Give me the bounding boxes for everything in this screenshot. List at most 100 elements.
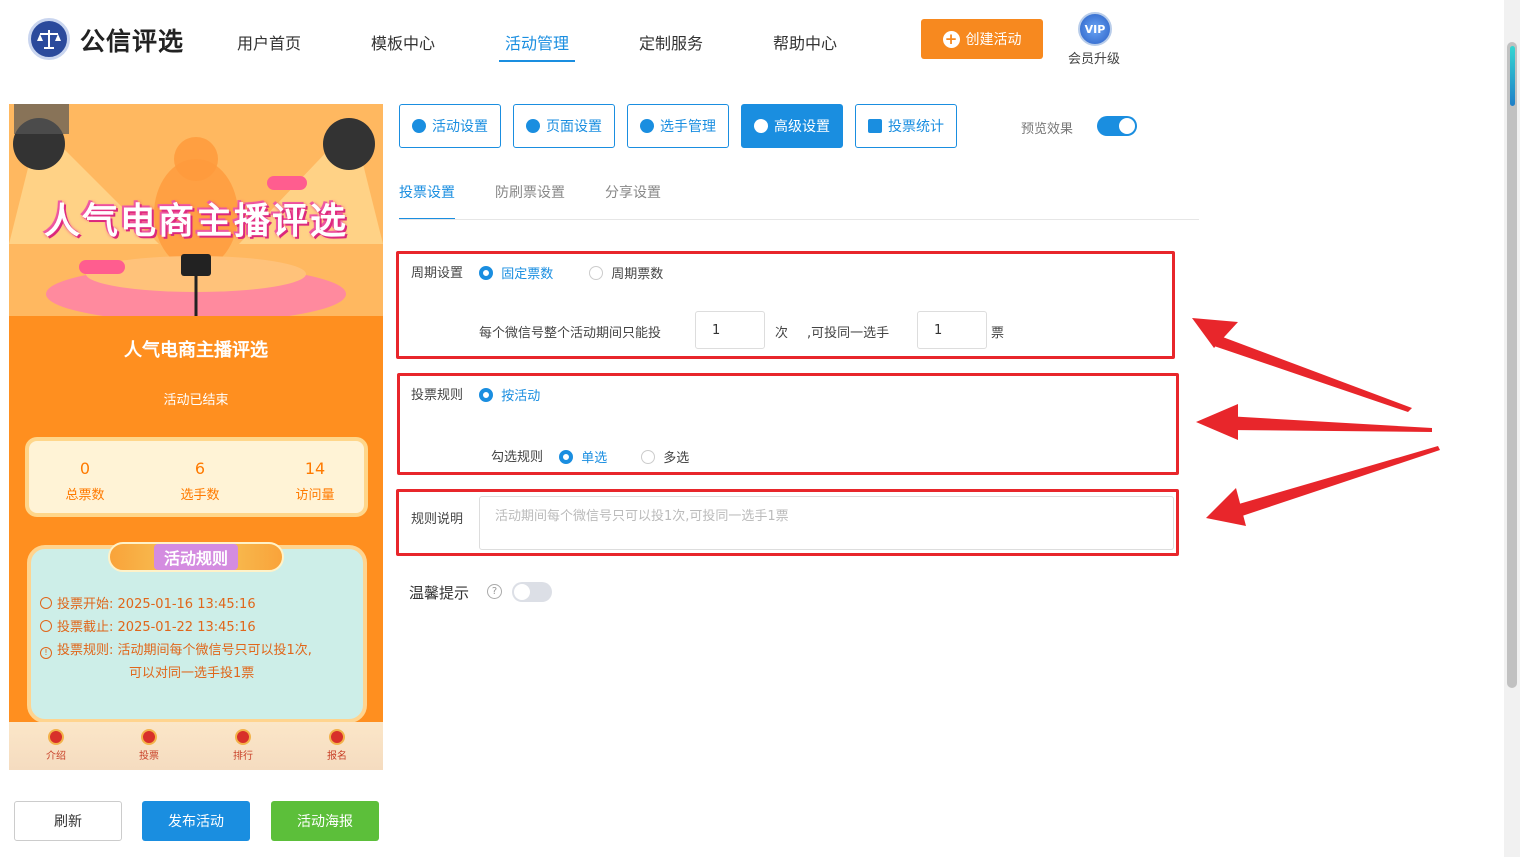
arrow-3-head [1206, 488, 1246, 526]
scales-icon [37, 30, 61, 49]
rule-value: 可以对同一选手投1票 [129, 666, 255, 681]
refresh-button[interactable]: 刷新 [14, 801, 122, 841]
preview-title: 人气电商主播评选 [124, 340, 268, 361]
nav-activity-management[interactable]: 活动管理 [499, 30, 576, 62]
tab-label: 投票统计 [888, 119, 944, 135]
tip-label: 温馨提示 [409, 584, 470, 602]
votes-per-player-input[interactable]: 1 [917, 311, 987, 349]
vote-rule-label: 投票规则 [411, 388, 464, 403]
radio-label: 周期票数 [611, 267, 664, 282]
rules-heading-label: 活动规则 [153, 544, 238, 570]
tab-page-settings[interactable]: 页面设置 [513, 104, 615, 148]
unit-votes: 票 [991, 326, 1005, 341]
subtab-vote-settings[interactable]: 投票设置 [399, 182, 455, 220]
rule-value: 活动期间每个微信号只可以投1次, [117, 643, 312, 658]
unit-times: 次 [775, 326, 789, 341]
publish-button[interactable]: 发布活动 [142, 801, 250, 841]
check-rule-label: 勾选规则 [491, 450, 544, 465]
info-icon: ! [40, 647, 52, 659]
rule-vote: ! 投票规则: 活动期间每个微信号只可以投1次, [40, 639, 312, 659]
tab-activity-settings[interactable]: 活动设置 [399, 104, 501, 148]
cycle-sentence-mid: ,可投同一选手 [807, 326, 890, 341]
annotation-arrows [1192, 318, 1440, 526]
stat-label: 访问量 [295, 488, 335, 503]
scrollbar-accent [1510, 46, 1515, 106]
clock-icon [40, 620, 52, 632]
radio-single-choice[interactable]: 单选 [559, 447, 607, 466]
stat-players: 6 选手数 [145, 459, 255, 503]
rule-desc-label: 规则说明 [411, 512, 464, 527]
rule-end: 投票截止: 2025-01-22 13:45:16 [40, 616, 256, 635]
radio-label: 多选 [663, 451, 690, 466]
rule-value: 2025-01-22 13:45:16 [117, 620, 256, 635]
toggle-knob [1119, 118, 1135, 134]
brand-name[interactable]: 公信评选 [80, 22, 184, 58]
rule-label: 投票开始: [57, 597, 114, 612]
nav-user-home[interactable]: 用户首页 [237, 30, 301, 62]
votes-per-activity-input[interactable]: 1 [695, 311, 765, 349]
logo-icon[interactable] [28, 18, 70, 60]
bottom-nav-label: 排行 [233, 751, 253, 762]
tab-player-management[interactable]: 选手管理 [627, 104, 729, 148]
bottom-nav-rank[interactable]: 排行 [213, 729, 273, 762]
arrow-1 [1214, 336, 1412, 412]
stats-box: 0 总票数 6 选手数 14 访问量 [25, 437, 368, 517]
clock-icon [40, 597, 52, 609]
rule-label: 投票规则: [57, 643, 114, 658]
radio-multi-choice[interactable]: 多选 [641, 447, 689, 466]
rules-heading: 活动规则 [108, 542, 284, 572]
rule-value: 2025-01-16 13:45:16 [117, 597, 256, 612]
gear-icon [526, 119, 540, 133]
nav-custom-service[interactable]: 定制服务 [639, 30, 703, 62]
radio-label: 单选 [581, 451, 608, 466]
star-icon [412, 119, 426, 133]
bottom-nav-signup[interactable]: 报名 [307, 729, 367, 762]
help-icon[interactable]: ? [487, 584, 502, 599]
settings-sliders-icon [754, 119, 768, 133]
arrow-2-head [1196, 404, 1238, 440]
scrollbar-thumb[interactable] [1507, 42, 1517, 688]
stat-label: 选手数 [180, 488, 220, 503]
create-activity-button[interactable]: + 创建活动 [921, 19, 1043, 59]
vote-icon [141, 729, 157, 745]
radio-cycle-votes[interactable]: 周期票数 [589, 263, 663, 282]
bottom-nav-vote[interactable]: 投票 [119, 729, 179, 762]
banner-title: 人气电商主播评选 [43, 201, 348, 242]
bottom-nav-label: 投票 [139, 751, 159, 762]
bottom-nav-intro[interactable]: 介绍 [26, 729, 86, 762]
stat-total-votes: 0 总票数 [30, 459, 140, 503]
cycle-sentence-prefix: 每个微信号整个活动期间只能投 [479, 326, 662, 341]
tab-label: 高级设置 [774, 119, 830, 135]
arrow-3 [1232, 446, 1440, 518]
radio-by-activity[interactable]: 按活动 [479, 385, 540, 404]
tab-advanced-settings[interactable]: 高级设置 [741, 104, 843, 148]
rank-icon [235, 729, 251, 745]
vip-upgrade-link[interactable]: 会员升级 [1068, 48, 1120, 67]
toggle-knob [514, 584, 530, 600]
tip-toggle[interactable] [512, 582, 552, 602]
radio-dot [589, 266, 603, 280]
nav-help-center[interactable]: 帮助中心 [773, 30, 837, 62]
cycle-label: 周期设置 [411, 266, 464, 281]
vip-icon[interactable]: VIP [1078, 12, 1112, 46]
tab-label: 活动设置 [432, 119, 488, 135]
poster-button[interactable]: 活动海报 [271, 801, 379, 841]
subtab-share-settings[interactable]: 分享设置 [605, 182, 661, 220]
users-icon [640, 119, 654, 133]
rule-label: 投票截止: [57, 620, 114, 635]
preview-effect-toggle[interactable] [1097, 116, 1137, 136]
tab-label: 选手管理 [660, 119, 716, 135]
radio-fixed-votes[interactable]: 固定票数 [479, 263, 553, 282]
intro-icon [48, 729, 64, 745]
nav-template-center[interactable]: 模板中心 [371, 30, 435, 62]
radio-dot [479, 266, 493, 280]
stat-value: 6 [194, 459, 206, 478]
arrow-2 [1226, 416, 1432, 432]
rule-vote-cont: 可以对同一选手投1票 [129, 662, 254, 681]
radio-dot [641, 450, 655, 464]
tab-vote-statistics[interactable]: 投票统计 [855, 104, 957, 148]
subtab-anti-fraud[interactable]: 防刷票设置 [495, 182, 565, 220]
stat-visits: 14 访问量 [260, 459, 370, 503]
tab-label: 页面设置 [546, 119, 602, 135]
rule-desc-textarea[interactable]: 活动期间每个微信号只可以投1次,可投同一选手1票 [479, 496, 1174, 550]
